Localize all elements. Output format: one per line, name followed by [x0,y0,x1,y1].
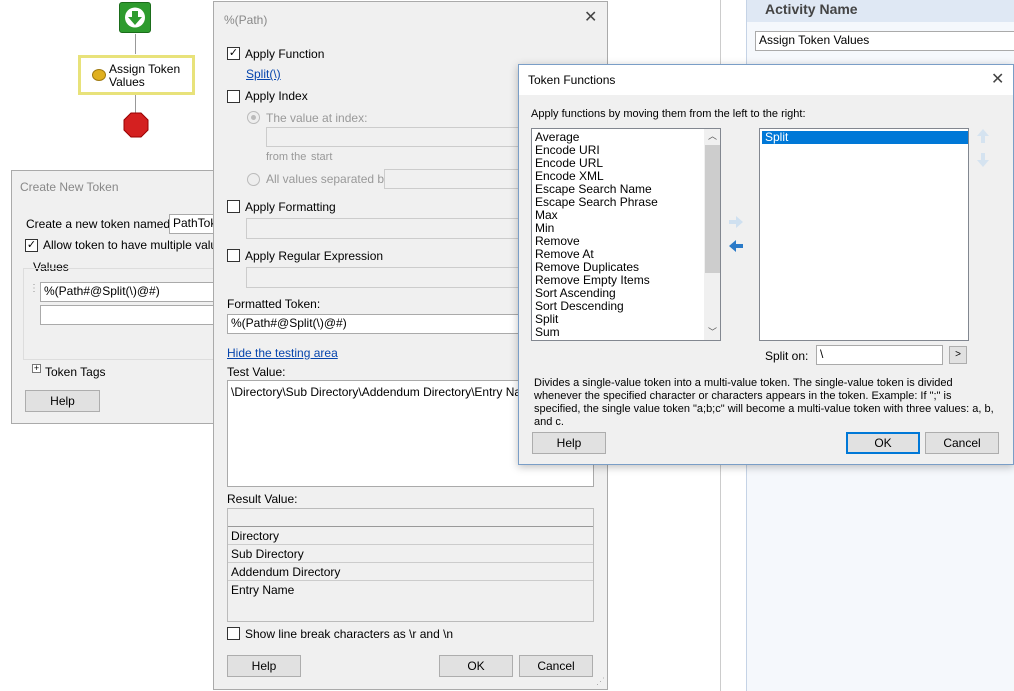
function-link[interactable]: Split(\) [246,67,281,81]
resize-grip-icon[interactable]: ⋰ [596,676,605,687]
activity-name-input[interactable]: Assign Token Values [755,31,1014,51]
token-name-label: Create a new token named: [26,217,174,231]
arrow-down-icon [125,7,145,28]
activity-label: Assign Token Values [109,62,181,89]
value-input-2[interactable] [40,305,230,325]
token-icon [92,69,106,81]
move-left-arrow-icon[interactable] [727,239,745,253]
result-value-label: Result Value: [227,492,298,506]
result-row: Entry Name [231,583,295,597]
instruction-text: Apply functions by moving them from the … [531,108,806,120]
all-values-radio[interactable] [247,173,260,186]
token-functions-dialog: Token Functions ✕ Apply functions by mov… [518,64,1014,465]
show-line-break-label: Show line break characters as \r and \n [245,627,454,641]
applied-function-item[interactable]: Split [762,131,968,144]
function-list-item[interactable]: Max [532,209,704,222]
result-row [228,509,593,527]
dialog-title: Token Functions [528,73,616,87]
apply-formatting-checkbox[interactable] [227,200,240,213]
result-list: Directory Sub Directory Addendum Directo… [227,508,594,622]
allow-multiple-checkbox[interactable]: ✓ [25,239,38,252]
test-value-text: \Directory\Sub Directory\Addendum Direct… [231,385,538,399]
apply-index-checkbox[interactable] [227,90,240,103]
result-row: Addendum Directory [228,563,593,581]
apply-index-label: Apply Index [245,89,308,103]
hide-testing-link[interactable]: Hide the testing area [227,346,338,360]
activity-name-header: Activity Name [747,0,1014,22]
help-button[interactable]: Help [227,655,301,677]
stop-icon[interactable] [123,112,149,138]
apply-formatting-label: Apply Formatting [245,200,336,214]
move-up-arrow-icon[interactable] [976,128,990,144]
token-tags-label: Token Tags [45,365,106,379]
close-icon[interactable]: ✕ [991,72,1004,88]
ok-button[interactable]: OK [846,432,920,454]
dialog-body: Apply functions by moving them from the … [519,95,1013,464]
activity-name-heading: Activity Name [765,1,858,17]
formatted-token-label: Formatted Token: [227,297,321,311]
applied-functions-list[interactable]: Split [759,128,969,341]
expand-icon[interactable]: + [32,364,41,373]
apply-regex-label: Apply Regular Expression [245,249,384,263]
result-row: Directory [228,527,593,545]
scroll-down-icon[interactable]: ﹀ [708,325,717,338]
move-down-arrow-icon[interactable] [976,152,990,168]
cancel-button[interactable]: Cancel [925,432,999,454]
from-the-label: from the [266,151,307,163]
create-token-dialog: Create New Token Create a new token name… [11,170,230,424]
value-at-index-label: The value at index: [266,111,368,125]
connector-line [135,34,136,54]
assign-token-activity[interactable]: Assign Token Values [78,55,195,95]
split-on-arrow-button[interactable]: > [949,346,967,364]
start-node[interactable] [119,2,151,33]
available-functions-list[interactable]: Average Encode URI Encode URL Encode XML Esc… [531,128,721,341]
function-description: Divides a single-value token into a mult… [534,377,994,428]
close-icon[interactable]: ✕ [584,10,597,26]
result-row: Sub Directory [228,545,593,563]
split-on-input[interactable]: \ [816,345,943,365]
value-input-1[interactable]: %(Path#@Split(\)@#) [40,282,230,302]
apply-function-checkbox[interactable]: ✓ [227,47,240,60]
apply-regex-checkbox[interactable] [227,249,240,262]
help-button[interactable]: Help [532,432,606,454]
cancel-button[interactable]: Cancel [519,655,593,677]
value-at-index-radio[interactable] [247,111,260,124]
move-right-arrow-icon[interactable] [727,215,745,229]
function-list-item[interactable]: To Lowercase [532,339,704,341]
show-line-break-checkbox[interactable] [227,627,240,640]
start-label: start [311,151,333,163]
scroll-up-icon[interactable]: ︿ [708,129,717,142]
workflow-canvas: Assign Token Values [0,0,214,170]
dialog-title: Create New Token [20,180,119,194]
scrollbar[interactable]: ︿ ﹀ [704,129,720,340]
split-on-label: Split on: [765,349,809,363]
allow-multiple-label: Allow token to have multiple values [43,238,230,252]
scroll-thumb[interactable] [705,145,720,273]
all-values-label: All values separated by: [266,172,394,186]
apply-function-label: Apply Function [245,47,325,61]
test-value-label: Test Value: [227,365,286,379]
help-button[interactable]: Help [25,390,100,412]
ok-button[interactable]: OK [439,655,513,677]
function-list-item[interactable]: Escape Search Phrase [532,196,704,209]
dialog-title: %(Path) [224,13,268,27]
connector-line [135,95,136,113]
